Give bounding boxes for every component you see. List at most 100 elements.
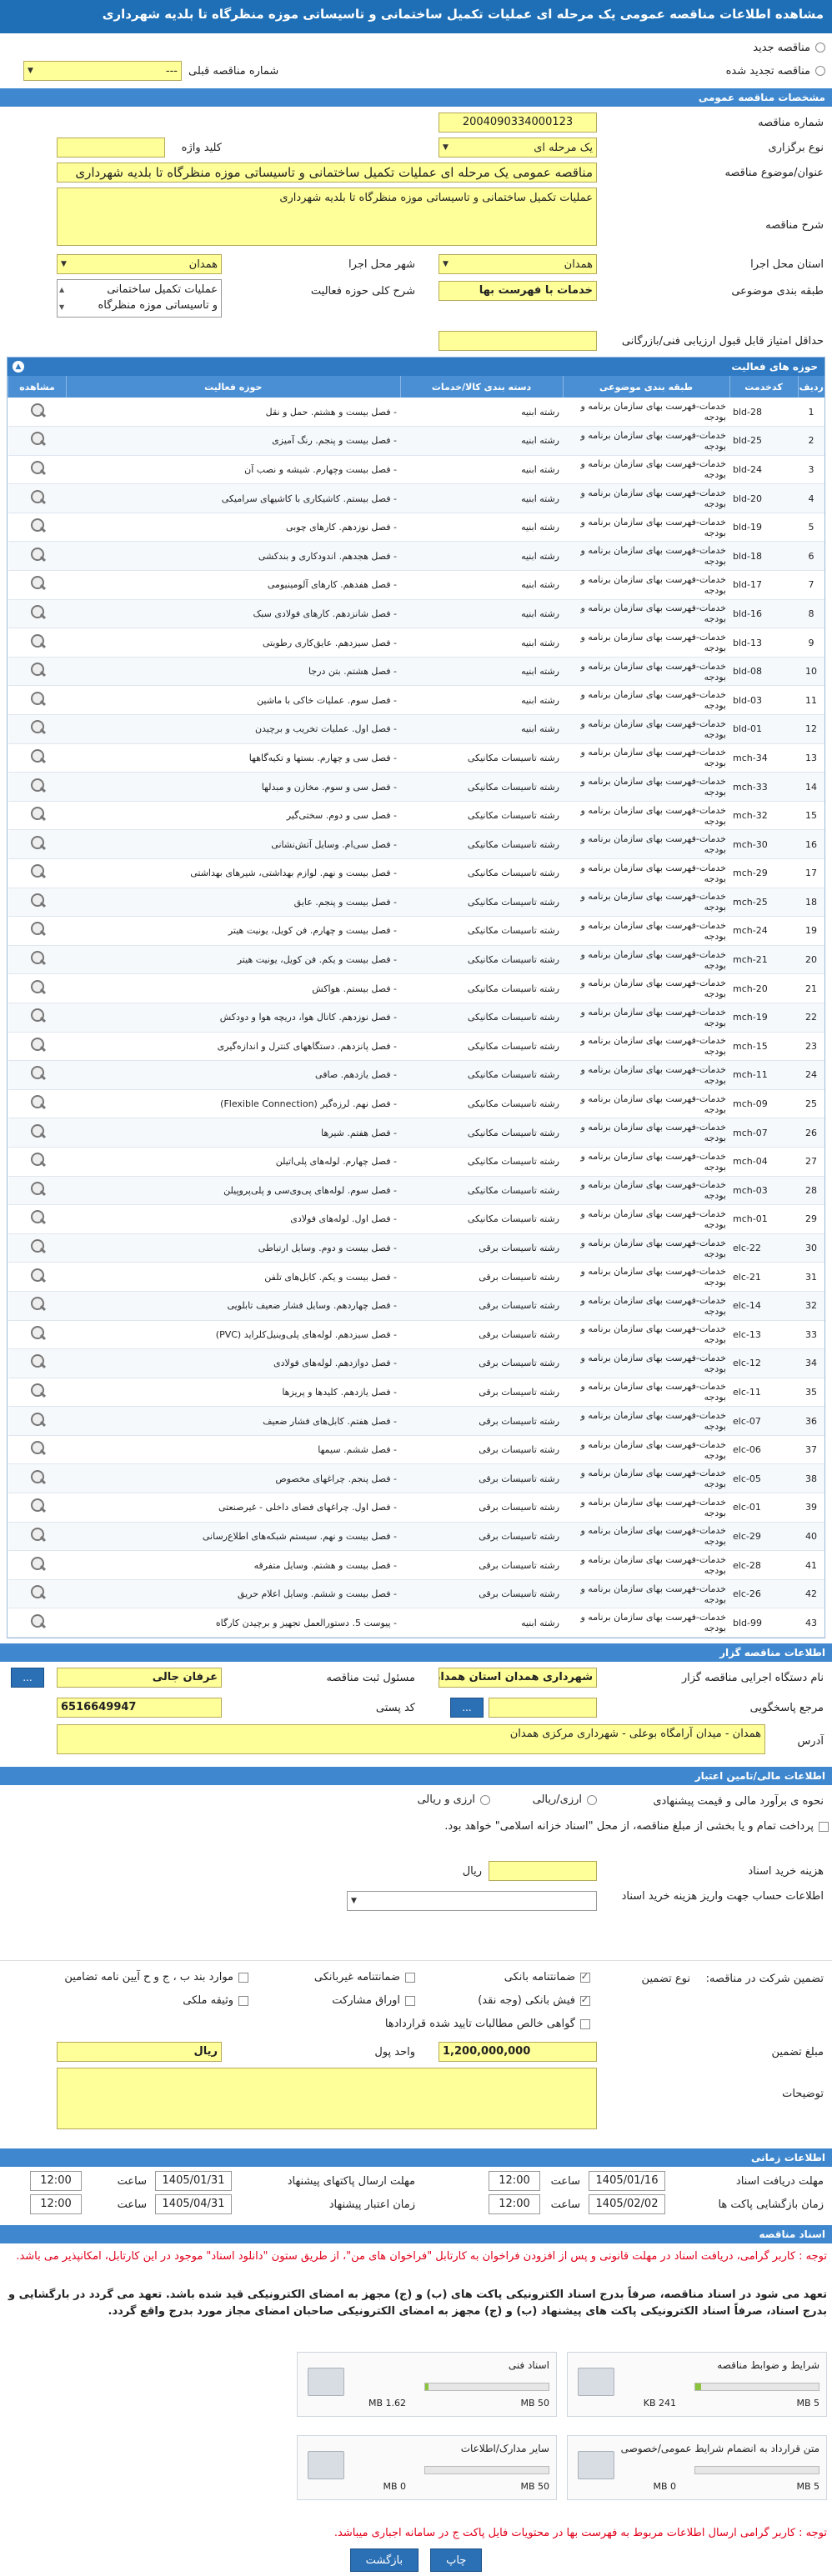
estimate-rial-radio[interactable] [587,1794,597,1805]
magnifier-icon[interactable] [28,1411,47,1429]
magnifier-icon[interactable] [28,1324,47,1343]
magnifier-icon[interactable] [28,1497,47,1515]
row-code: elc-06 [729,1435,798,1465]
magnifier-icon[interactable] [28,1295,47,1313]
row-view-cell [8,1262,67,1292]
magnifier-icon[interactable] [28,574,47,593]
regulation-cases-option[interactable]: موارد بند ب ، ج و ح آیین نامه تضامین [64,1971,248,1983]
table-row: 32 elc-14 خدمات-فهرست بهای سازمان برنامه و… [8,1291,824,1321]
estimate-fx-radio[interactable] [480,1794,490,1805]
document-box[interactable]: شرایط و ضوابط مناقصه 5 MB 241 KB [567,2352,827,2418]
row-classification: خدمات-فهرست بهای سازمان برنامه و بودجه [563,426,729,456]
document-box[interactable]: اسناد فنی 50 MB 1.62 MB [297,2352,557,2418]
magnifier-icon[interactable] [28,1093,47,1112]
islamic-treasury-checkbox[interactable] [819,1822,829,1833]
magnifier-icon[interactable] [28,949,47,968]
bonds-checkbox[interactable] [405,1995,415,2006]
row-code: mch-33 [729,772,798,802]
new-tender-radio[interactable] [815,43,825,53]
account-info-select[interactable]: ▼ [347,1891,597,1912]
cash-deposit-option[interactable]: فیش بانکی (وجه نقد) [478,1994,590,2007]
regulation-cases-checkbox[interactable] [238,1972,248,1983]
row-code: bld-01 [729,714,798,744]
magnifier-icon[interactable] [28,1007,47,1025]
bonds-option[interactable]: اوراق مشارکت [332,1994,415,2007]
magnifier-icon[interactable] [28,1151,47,1169]
row-category: رشته ابنیه [400,455,563,485]
reference-more-button[interactable]: ... [450,1698,484,1718]
table-row: 17 mch-29 خدمات-فهرست بهای سازمان برنامه و… [8,858,824,888]
opening-date: 1405/02/02 [589,2194,665,2215]
bank-guarantee-option[interactable]: ضمانتنامه بانکی [504,1971,590,1983]
magnifier-icon[interactable] [28,863,47,881]
row-code: bld-20 [729,483,798,513]
certificate-checkbox[interactable] [580,2018,590,2029]
magnifier-icon[interactable] [28,546,47,564]
tender-type-select[interactable]: یک مرحله ای ▼ [439,138,597,158]
magnifier-icon[interactable] [28,1064,47,1083]
magnifier-icon[interactable] [28,834,47,853]
magnifier-icon[interactable] [28,661,47,679]
magnifier-icon[interactable] [28,430,47,448]
estimate-rial-option[interactable]: ارزی/ریالی [533,1793,597,1806]
magnifier-icon[interactable] [28,1583,47,1602]
prev-tender-select[interactable]: --- ▼ [23,61,182,81]
renew-tender-radio[interactable] [815,66,825,76]
magnifier-icon[interactable] [28,892,47,910]
responsible-more-button[interactable]: ... [11,1668,44,1688]
property-checkbox[interactable] [238,1995,248,2006]
magnifier-icon[interactable] [28,517,47,535]
table-row: 12 bld-01 خدمات-فهرست بهای سازمان برنامه و… [8,714,824,744]
magnifier-icon[interactable] [28,805,47,823]
renew-tender-option[interactable]: مناقصه تجدید شده [726,65,825,78]
cash-deposit-checkbox[interactable] [580,1994,590,2006]
magnifier-icon[interactable] [28,1267,47,1285]
magnifier-icon[interactable] [28,1208,47,1227]
magnifier-icon[interactable] [28,690,47,708]
notes-label: توضیحات [782,2088,824,2101]
magnifier-icon[interactable] [28,748,47,766]
property-option[interactable]: وثیقه ملکی [183,1994,248,2007]
print-button[interactable]: چاپ [430,2548,483,2572]
estimate-fx-option[interactable]: ارزی و ریالی [417,1793,490,1806]
keyword-field[interactable] [57,138,165,158]
bonds-label: اوراق مشارکت [332,1994,400,2008]
new-tender-option[interactable]: مناقصه جدید [0,33,832,58]
scope-list[interactable]: عملیات تکمیل ساختمانی و تاسیساتی موزه من… [57,279,222,318]
scroll-down-icon[interactable]: ▼ [59,299,64,315]
magnifier-icon[interactable] [28,1123,47,1141]
magnifier-icon[interactable] [28,1555,47,1573]
magnifier-icon[interactable] [28,1238,47,1256]
magnifier-icon[interactable] [28,1439,47,1458]
magnifier-icon[interactable] [28,603,47,622]
bank-guarantee-checkbox[interactable] [580,1971,590,1983]
magnifier-icon[interactable] [28,978,47,997]
magnifier-icon[interactable] [28,459,47,478]
magnifier-icon[interactable] [28,718,47,737]
magnifier-icon[interactable] [28,488,47,507]
nonbank-guarantee-option[interactable]: ضمانتنامه غیربانکی [314,1971,415,1983]
row-code: bld-13 [729,628,798,658]
certificate-option[interactable]: گواهی خالص مطالبات تایید شده قراردادها [385,2018,590,2030]
province-select[interactable]: همدان ▼ [439,254,597,274]
nonbank-guarantee-checkbox[interactable] [405,1972,415,1983]
document-box[interactable]: متن قرارداد به انضمام شرایط عمومی/خصوصی 5… [567,2435,827,2501]
city-select[interactable]: همدان ▼ [57,254,222,274]
scroll-up-icon[interactable]: ▲ [59,282,64,298]
magnifier-icon[interactable] [28,1353,47,1371]
back-button[interactable]: بازگشت [349,2548,419,2572]
magnifier-icon[interactable] [28,633,47,651]
magnifier-icon[interactable] [28,402,47,420]
document-box[interactable]: سایر مدارک/اطلاعات 50 MB 0 MB [297,2435,557,2501]
magnifier-icon[interactable] [28,1036,47,1054]
magnifier-icon[interactable] [28,1613,47,1631]
row-scope: - فصل نوزدهم. کانال هوا، دریچه هوا و دود… [66,1003,400,1033]
collapse-icon[interactable]: ▲ [13,361,24,373]
magnifier-icon[interactable] [28,920,47,938]
magnifier-icon[interactable] [28,1382,47,1400]
magnifier-icon[interactable] [28,1526,47,1544]
magnifier-icon[interactable] [28,1468,47,1487]
magnifier-icon[interactable] [28,1180,47,1198]
magnifier-icon[interactable] [28,777,47,795]
islamic-treasury-option[interactable]: پرداخت تمام و یا بخشی از مبلغ مناقصه، از… [12,1818,829,1835]
